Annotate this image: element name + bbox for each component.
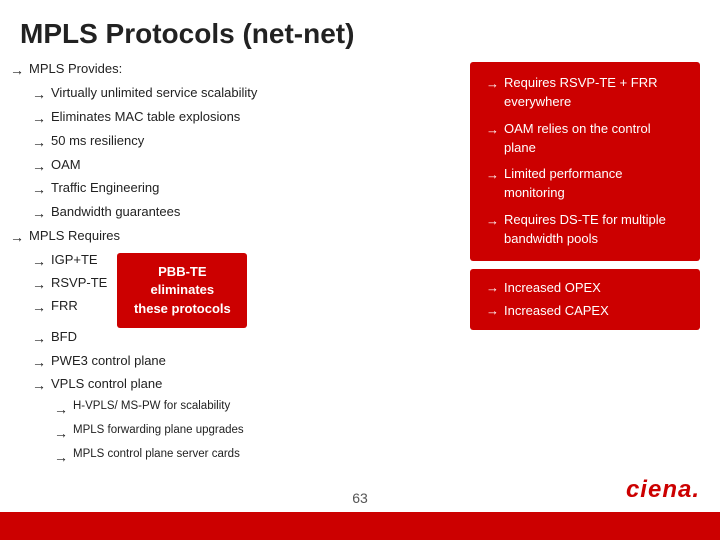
pbb-te-box: PBB-TE eliminates these protocols [117, 253, 247, 328]
left-column: → MPLS Provides: → Virtually unlimited s… [10, 60, 470, 471]
provides-item-3: OAM [51, 156, 81, 174]
requires-item-0: IGP+TE [51, 251, 98, 269]
arrow-icon: → [32, 180, 46, 199]
list-item: → 50 ms resiliency [10, 132, 460, 152]
list-item: → BFD [10, 328, 460, 348]
right-column: → Requires RSVP-TE + FRR everywhere → OA… [470, 60, 710, 471]
arrow-icon: → [32, 376, 46, 395]
red-box-item: → Requires RSVP-TE + FRR everywhere [486, 74, 684, 112]
provides-item-2: 50 ms resiliency [51, 132, 144, 150]
list-item: → MPLS control plane server cards [10, 447, 460, 467]
requires-item-1: RSVP-TE [51, 274, 107, 292]
arrow-icon: → [32, 109, 46, 128]
list-item: → VPLS control plane [10, 375, 460, 395]
sub-requires-item-1: MPLS forwarding plane upgrades [73, 423, 244, 439]
list-item: → Traffic Engineering [10, 179, 460, 199]
sub-requires-item-0: H-VPLS/ MS-PW for scalability [73, 399, 230, 415]
top-red-box: → Requires RSVP-TE + FRR everywhere → OA… [470, 62, 700, 261]
arrow-icon: → [32, 252, 46, 271]
bottom-red-box: → Increased OPEX → Increased CAPEX [470, 269, 700, 331]
arrow-icon: → [32, 329, 46, 348]
list-item: → IGP+TE [10, 251, 107, 271]
provides-item-1: Eliminates MAC table explosions [51, 108, 240, 126]
right-item-3: Requires DS-TE for multiple bandwidth po… [504, 211, 684, 249]
arrow-icon: → [486, 279, 499, 298]
mpls-provides-label: MPLS Provides: [29, 60, 122, 78]
list-item: → OAM [10, 156, 460, 176]
right-item-0: Requires RSVP-TE + FRR everywhere [504, 74, 684, 112]
arrow-icon: → [10, 228, 24, 247]
arrow-icon: → [54, 400, 68, 419]
provides-item-5: Bandwidth guarantees [51, 203, 180, 221]
ciena-logo: ciena. [626, 476, 700, 504]
provides-item-0: Virtually unlimited service scalability [51, 84, 257, 102]
list-item: → PWE3 control plane [10, 352, 460, 372]
right-item-1: OAM relies on the control plane [504, 120, 684, 158]
right-bottom-0: Increased OPEX [504, 279, 601, 298]
list-item: → RSVP-TE [10, 274, 107, 294]
arrow-icon: → [486, 166, 499, 185]
requires-item-4: PWE3 control plane [51, 352, 166, 370]
page: MPLS Protocols (net-net) → MPLS Provides… [0, 0, 720, 540]
red-box-item: → OAM relies on the control plane [486, 120, 684, 158]
list-item: → H-VPLS/ MS-PW for scalability [10, 399, 460, 419]
arrow-icon: → [54, 448, 68, 467]
list-item: → MPLS forwarding plane upgrades [10, 423, 460, 443]
arrow-icon: → [486, 212, 499, 231]
red-box-item: → Requires DS-TE for multiple bandwidth … [486, 211, 684, 249]
mpls-requires-header: → MPLS Requires [10, 227, 460, 247]
provides-item-4: Traffic Engineering [51, 179, 159, 197]
list-item: → Virtually unlimited service scalabilit… [10, 84, 460, 104]
sub-requires-item-2: MPLS control plane server cards [73, 447, 240, 463]
bottom-bar [0, 512, 720, 540]
arrow-icon: → [32, 157, 46, 176]
red-box-item: → Limited performance monitoring [486, 165, 684, 203]
pbb-line2: these protocols [134, 301, 231, 316]
arrow-icon: → [32, 204, 46, 223]
red-box-item: → Increased CAPEX [486, 302, 684, 321]
pbb-line1: PBB-TE eliminates [151, 264, 215, 297]
requires-item-3: BFD [51, 328, 77, 346]
list-item: → FRR [10, 297, 107, 317]
requires-item-2: FRR [51, 297, 78, 315]
arrow-icon: → [32, 298, 46, 317]
list-item: → Eliminates MAC table explosions [10, 108, 460, 128]
mpls-requires-label: MPLS Requires [29, 227, 120, 245]
red-box-item: → Increased OPEX [486, 279, 684, 298]
list-item: → Bandwidth guarantees [10, 203, 460, 223]
arrow-icon: → [32, 275, 46, 294]
arrow-icon: → [54, 424, 68, 443]
arrow-icon: → [486, 121, 499, 140]
page-title: MPLS Protocols (net-net) [0, 0, 720, 60]
arrow-icon: → [486, 75, 499, 94]
right-bottom-1: Increased CAPEX [504, 302, 609, 321]
requires-item-5: VPLS control plane [51, 375, 162, 393]
mpls-req-group: → IGP+TE → RSVP-TE → FRR PBB-TE eliminat… [10, 251, 460, 328]
arrow-icon: → [32, 353, 46, 372]
content-area: → MPLS Provides: → Virtually unlimited s… [0, 60, 720, 471]
arrow-icon: → [32, 133, 46, 152]
page-number: 63 [352, 490, 368, 506]
arrow-icon: → [32, 85, 46, 104]
right-item-2: Limited performance monitoring [504, 165, 684, 203]
arrow-icon: → [486, 302, 499, 321]
mpls-req-left: → IGP+TE → RSVP-TE → FRR [10, 251, 107, 320]
arrow-icon: → [10, 61, 24, 80]
mpls-provides-header: → MPLS Provides: [10, 60, 460, 80]
